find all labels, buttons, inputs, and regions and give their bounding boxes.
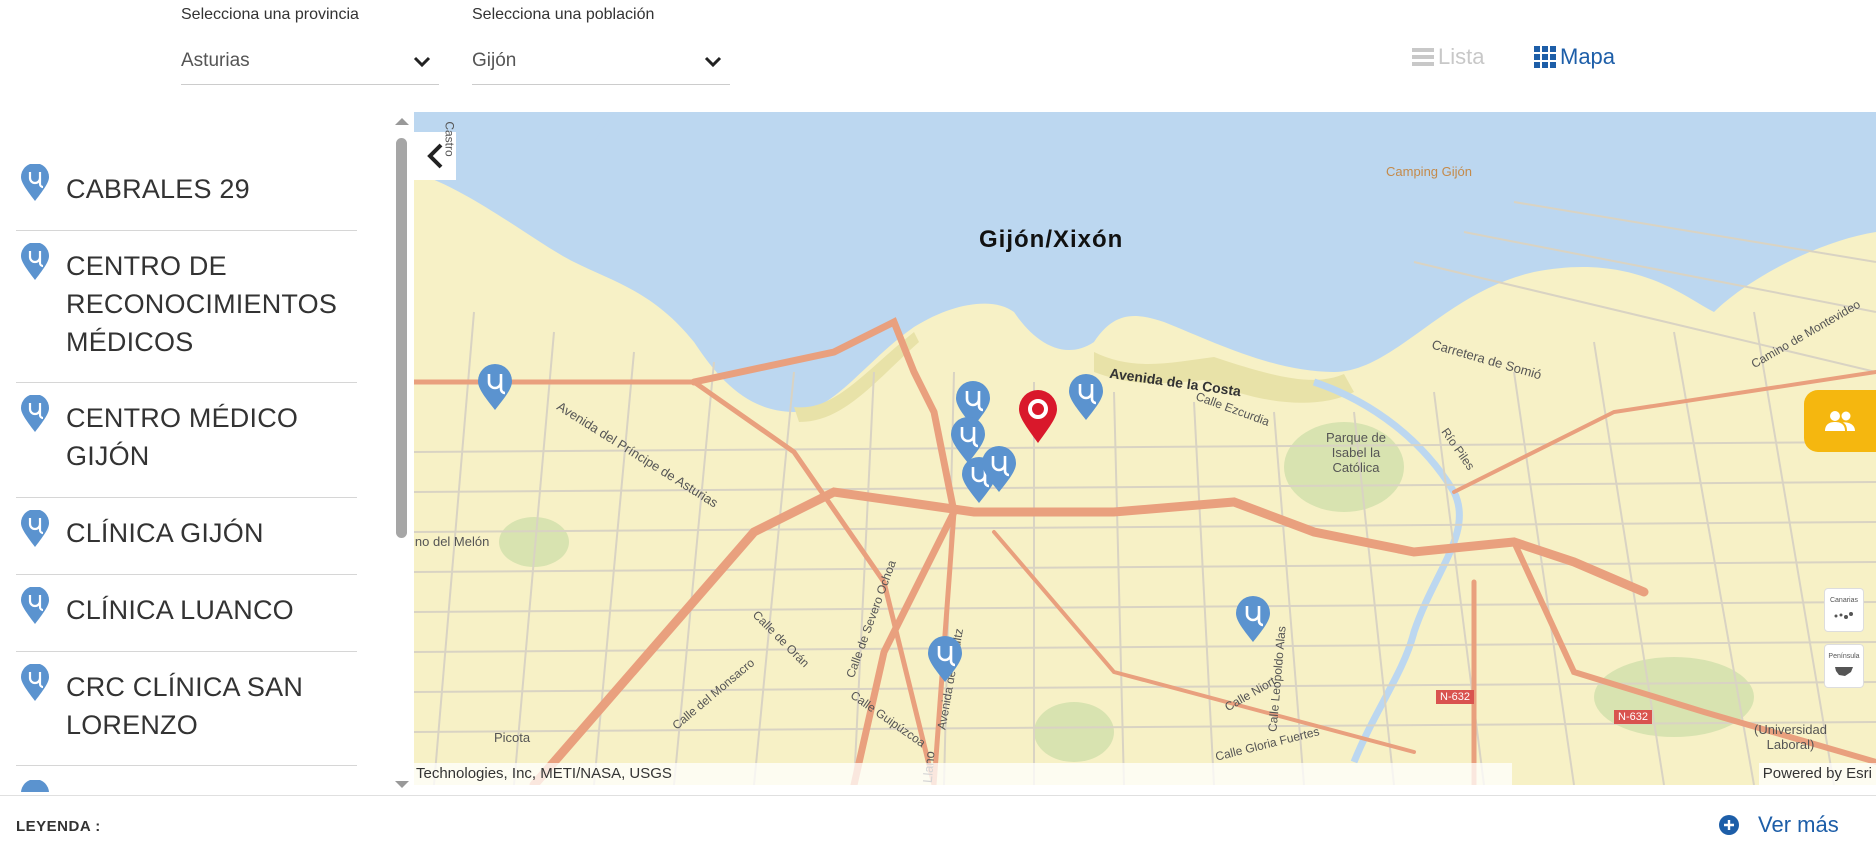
list-item-clinica-gijon[interactable]: CLÍNICA GIJÓN — [16, 498, 357, 575]
place-label: ino del Melón — [414, 534, 490, 549]
medical-pin-icon — [21, 164, 49, 201]
legend-bar: LEYENDA : Ver más — [0, 795, 1876, 842]
list-item-clinica-luanco[interactable]: CLÍNICA LUANCO — [16, 575, 357, 652]
list-item-partial[interactable] — [16, 770, 357, 792]
chevron-down-icon — [413, 56, 431, 68]
medical-marker-icon[interactable] — [1234, 596, 1272, 644]
peninsula-icon — [1835, 667, 1853, 676]
center-list: CABRALES 29 CENTRO DE RECONOCIMIENTOS MÉ… — [0, 110, 395, 792]
center-name: CENTRO DE RECONOCIMIENTOS MÉDICOS — [66, 251, 338, 357]
medical-marker-icon[interactable] — [476, 364, 514, 412]
town-select-value: Gijón — [472, 50, 517, 71]
center-name: CRC CLÍNICA SAN LORENZO — [66, 672, 304, 740]
islands-icon — [1834, 612, 1853, 619]
place-label: (Universidad Laboral) — [1754, 722, 1827, 752]
canarias-button[interactable]: Canarias — [1824, 588, 1864, 632]
people-icon — [1825, 411, 1855, 431]
center-name: CENTRO MÉDICO GIJÓN — [66, 403, 299, 471]
location-pin-icon[interactable] — [1017, 389, 1059, 445]
place-label: Castro — [442, 121, 457, 157]
medical-pin-icon — [21, 587, 49, 624]
list-item-centro-medico-gijon[interactable]: CENTRO MÉDICO GIJÓN — [16, 383, 357, 498]
peninsula-button[interactable]: Península — [1824, 644, 1864, 688]
list-scrollbar[interactable] — [394, 114, 409, 792]
place-label: Camping Gijón — [1386, 164, 1472, 179]
people-button[interactable] — [1804, 390, 1876, 452]
town-select[interactable]: Gijón — [472, 44, 730, 85]
town-filter-label: Selecciona una población — [472, 6, 655, 23]
list-view-label: Lista — [1438, 44, 1485, 69]
medical-marker-icon[interactable] — [926, 636, 964, 684]
province-select-value: Asturias — [181, 50, 250, 71]
medical-pin-icon — [21, 243, 49, 280]
center-name: CLÍNICA GIJÓN — [66, 518, 264, 548]
medical-marker-icon[interactable] — [1067, 374, 1105, 422]
ver-mas-label: Ver más — [1758, 812, 1839, 837]
map-view-toggle[interactable]: Mapa — [1534, 42, 1615, 72]
medical-pin-icon — [21, 664, 49, 701]
province-select[interactable]: Asturias — [181, 44, 439, 85]
list-icon — [1412, 48, 1434, 66]
esri-credit[interactable]: Powered by Esri — [1758, 763, 1876, 785]
scroll-down-icon[interactable] — [395, 781, 409, 788]
place-label: Picota — [494, 730, 531, 745]
road-badge: N-632 — [1436, 690, 1474, 704]
medical-marker-icon[interactable] — [980, 446, 1018, 494]
map-attribution: Technologies, Inc, METI/NASA, USGS — [414, 763, 1512, 785]
ver-mas-button[interactable]: Ver más — [1718, 812, 1839, 838]
list-item-centro-reconocimientos[interactable]: CENTRO DE RECONOCIMIENTOS MÉDICOS — [16, 231, 357, 383]
list-item-crc-clinica-san-lorenzo[interactable]: CRC CLÍNICA SAN LORENZO — [16, 652, 357, 766]
list-view-toggle[interactable]: Lista — [1412, 42, 1484, 72]
medical-pin-icon — [21, 510, 49, 547]
list-item-cabrales-29[interactable]: CABRALES 29 — [16, 154, 357, 231]
center-name: CABRALES 29 — [66, 174, 250, 204]
road-badge: N-632 — [1614, 710, 1652, 724]
legend-label: LEYENDA : — [16, 818, 101, 835]
canarias-label: Canarias — [1829, 597, 1858, 604]
chevron-down-icon — [704, 56, 722, 68]
medical-pin-icon — [21, 780, 49, 792]
scroll-up-icon[interactable] — [395, 118, 409, 125]
grid-icon — [1534, 46, 1556, 68]
place-label: Parque de Isabel la Católica — [1326, 430, 1386, 475]
medical-pin-icon — [21, 395, 49, 432]
city-label: Gijón/Xixón — [979, 226, 1124, 253]
province-filter-label: Selecciona una provincia — [181, 6, 359, 23]
map-view[interactable]: Gijón/Xixón Avenida de la Costa Carreter… — [414, 112, 1876, 785]
center-name: CLÍNICA LUANCO — [66, 595, 294, 625]
map-view-label: Mapa — [1560, 44, 1616, 69]
scroll-thumb[interactable] — [396, 138, 407, 538]
plus-circle-icon — [1719, 815, 1739, 835]
peninsula-label: Península — [1828, 653, 1860, 660]
